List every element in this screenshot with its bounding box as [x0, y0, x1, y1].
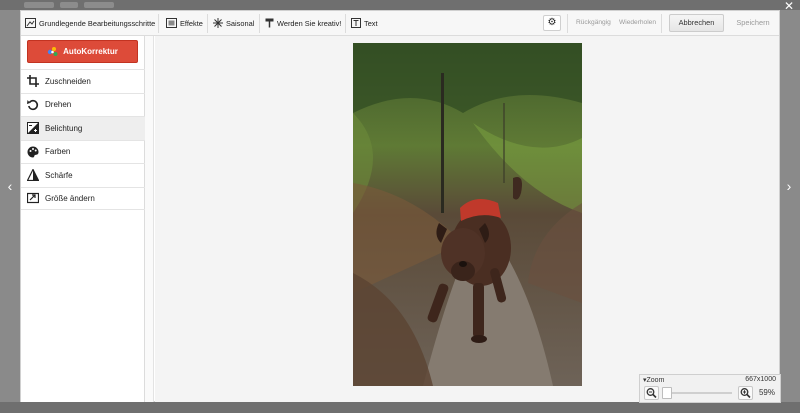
toolbar-divider — [567, 14, 568, 33]
autocorrect-icon — [47, 47, 58, 56]
image-dimensions: 667x1000 — [745, 376, 776, 383]
toolbar-divider — [207, 14, 208, 33]
zoom-out-icon — [646, 388, 657, 399]
rotate-icon — [27, 99, 39, 110]
zoom-slider-thumb[interactable] — [662, 387, 672, 399]
resize-icon — [27, 193, 39, 204]
zoom-slider-track[interactable] — [664, 392, 732, 394]
tool-list: Zuschneiden Drehen Belichtung Farben Sch… — [21, 69, 145, 210]
zoom-percent: 59% — [758, 388, 775, 397]
sidebar-item-resize[interactable]: Größe ändern — [21, 186, 145, 210]
sidebar-item-label: Zuschneiden — [45, 76, 91, 86]
tab-effects[interactable]: Effekte — [166, 15, 203, 31]
sidebar-item-colors[interactable]: Farben — [21, 139, 145, 164]
autocorrect-button[interactable]: AutoKorrektur — [27, 40, 138, 63]
basic-edits-icon — [25, 18, 36, 28]
zoom-panel: ▾Zoom 667x1000 59% — [639, 374, 781, 403]
previous-photo-arrow-icon[interactable]: ‹ — [4, 176, 16, 196]
sidebar-item-label: Drehen — [45, 100, 72, 110]
sidebar-item-label: Größe ändern — [45, 193, 95, 203]
zoom-label-text: Zoom — [646, 377, 665, 384]
tab-creative-label: Werden Sie kreativ! — [277, 18, 342, 28]
toolbar-divider — [158, 14, 159, 33]
cancel-button[interactable]: Abbrechen — [669, 14, 724, 32]
sharpness-icon — [27, 169, 39, 182]
close-icon[interactable]: ✕ — [782, 0, 796, 12]
crop-icon — [27, 75, 39, 88]
sidebar-scroll-rail — [145, 36, 154, 402]
photo-editor-dialog: Grundlegende Bearbeitungsschritte Effekt… — [20, 10, 781, 403]
toolbar-divider — [259, 14, 260, 33]
sidebar-item-crop[interactable]: Zuschneiden — [21, 69, 145, 93]
gear-icon: ⚙ — [547, 17, 557, 28]
toolbar-divider — [345, 14, 346, 33]
edit-tools-sidebar: AutoKorrektur Zuschneiden Drehen Belicht… — [21, 36, 145, 402]
effects-icon — [166, 18, 177, 28]
zoom-toggle[interactable]: ▾Zoom — [643, 376, 664, 384]
tab-basic-label: Grundlegende Bearbeitungsschritte — [39, 18, 156, 28]
sidebar-item-exposure[interactable]: Belichtung — [21, 116, 145, 140]
redo-button[interactable]: Wiederholen — [619, 19, 656, 26]
editor-toolbar: Grundlegende Bearbeitungsschritte Effekt… — [21, 11, 779, 36]
autocorrect-label: AutoKorrektur — [63, 47, 118, 56]
tab-text[interactable]: Text — [351, 15, 378, 31]
zoom-in-button[interactable] — [738, 386, 753, 400]
zoom-out-button[interactable] — [644, 386, 659, 400]
tab-creative[interactable]: Werden Sie kreativ! — [265, 15, 341, 31]
sidebar-item-label: Farben — [45, 147, 71, 157]
settings-button[interactable]: ⚙ — [543, 15, 561, 31]
palette-icon — [27, 146, 39, 158]
background-bottom-strip — [0, 402, 800, 413]
next-photo-arrow-icon[interactable]: › — [783, 176, 795, 196]
tab-effects-label: Effekte — [180, 18, 203, 28]
image-canvas — [155, 36, 779, 402]
sidebar-item-rotate[interactable]: Drehen — [21, 92, 145, 117]
photo-preview[interactable] — [353, 43, 582, 386]
background-top-strip — [0, 0, 800, 10]
zoom-in-icon — [740, 388, 751, 399]
background-ghost-item — [24, 2, 54, 8]
sidebar-item-label: Schärfe — [45, 170, 73, 180]
text-icon — [351, 18, 361, 28]
toolbar-divider — [661, 14, 662, 33]
paint-roller-icon — [265, 18, 274, 28]
undo-button[interactable]: Rückgängig — [576, 19, 611, 26]
sidebar-item-sharpness[interactable]: Schärfe — [21, 163, 145, 187]
tab-seasonal[interactable]: Saisonal — [213, 15, 254, 31]
background-ghost-item — [84, 2, 114, 8]
sidebar-item-label: Belichtung — [45, 123, 83, 133]
snowflake-icon — [213, 18, 223, 28]
background-ghost-item — [60, 2, 78, 8]
tab-text-label: Text — [364, 18, 378, 28]
save-button[interactable]: Speichern — [732, 14, 774, 32]
tab-basic-edits[interactable]: Grundlegende Bearbeitungsschritte — [25, 15, 155, 31]
tab-seasonal-label: Saisonal — [226, 18, 255, 28]
exposure-icon — [27, 122, 39, 135]
dog-photo-image — [353, 43, 582, 386]
